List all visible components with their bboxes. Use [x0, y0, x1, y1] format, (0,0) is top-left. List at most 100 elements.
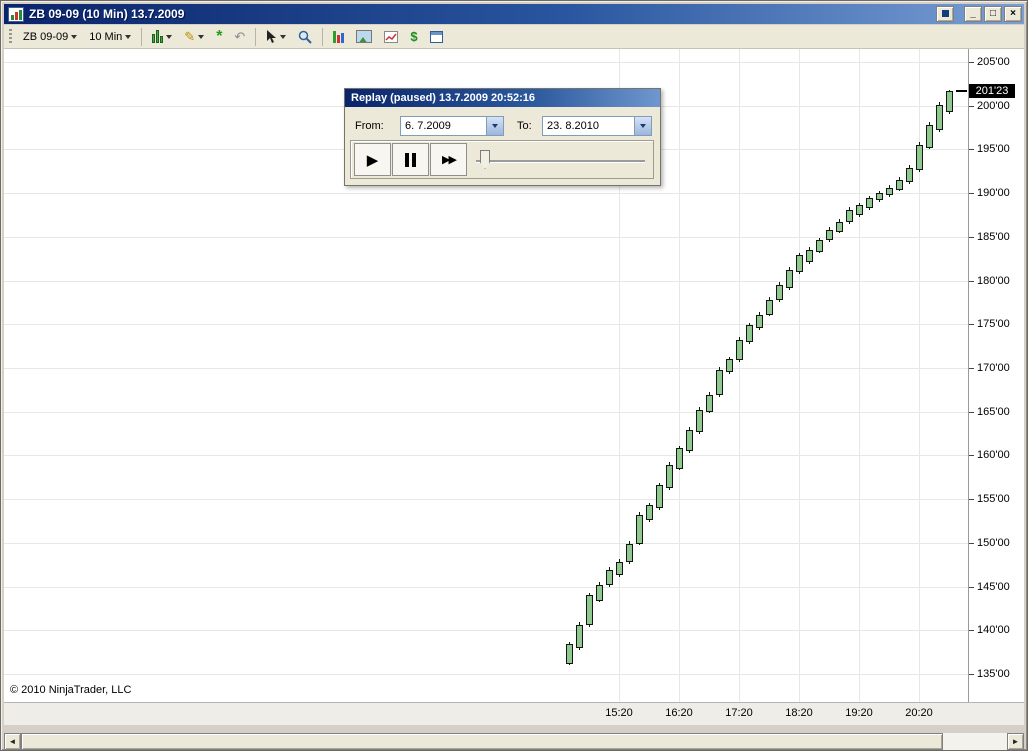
to-date-combobox[interactable]: 23. 8.2010 [542, 116, 652, 136]
undo-drawing-button[interactable]: ↶ [229, 27, 250, 47]
candle [895, 180, 903, 190]
account-performance-button[interactable]: $ [405, 27, 422, 47]
price-gridline [4, 193, 968, 194]
cursor-icon [267, 29, 277, 43]
instrument-label: ZB 09-09 [23, 30, 69, 43]
replay-speed-slider-thumb[interactable] [480, 150, 490, 169]
time-gridline [679, 49, 680, 702]
candle [845, 209, 853, 222]
scroll-right-button[interactable]: ► [1007, 733, 1024, 750]
price-tick-label: 185'00 [977, 231, 1010, 243]
candle [855, 205, 863, 215]
candle [875, 193, 883, 201]
price-gridline [4, 455, 968, 456]
toolbar-separator [255, 27, 257, 46]
chart-properties-button[interactable] [379, 27, 403, 47]
replay-dialog-titlebar[interactable]: Replay (paused) 13.7.2009 20:52:16 [345, 89, 660, 107]
fast-forward-button[interactable]: ▶▶ [430, 143, 467, 176]
to-date-value: 23. 8.2010 [547, 120, 599, 132]
price-tick-label: 175'00 [977, 318, 1010, 330]
price-tick-mark [969, 193, 974, 194]
data-series-button[interactable] [328, 27, 349, 47]
time-tick-label: 17:20 [725, 707, 753, 719]
price-gridline [4, 281, 968, 282]
chart-style-button[interactable] [147, 27, 177, 47]
interval-selector[interactable]: 10 Min [84, 27, 136, 47]
price-tick-mark [969, 499, 974, 500]
chevron-down-icon [166, 34, 173, 39]
candle [725, 359, 733, 373]
horizontal-scrollbar[interactable]: ◄ ► [4, 733, 1024, 750]
snapshot-button[interactable] [351, 27, 377, 47]
scrollbar-thumb[interactable] [21, 733, 943, 750]
interval-label: 10 Min [89, 30, 123, 43]
pause-button[interactable] [392, 143, 429, 176]
chevron-down-icon [125, 34, 132, 39]
chevron-down-icon [492, 124, 498, 128]
panel-icon [429, 30, 443, 43]
window-title: ZB 09-09 (10 Min) 13.7.2009 [29, 7, 185, 21]
price-gridline [4, 412, 968, 413]
chevron-down-icon [280, 34, 287, 39]
candle [585, 595, 593, 626]
candle [865, 198, 873, 208]
time-gridline [799, 49, 800, 702]
candle [715, 369, 723, 396]
cursor-mode-button[interactable] [261, 27, 291, 47]
instrument-link-button[interactable] [936, 6, 954, 22]
time-tick-label: 15:20 [605, 707, 633, 719]
chart-trader-button[interactable] [425, 27, 448, 47]
price-tick-mark [969, 543, 974, 544]
instrument-selector[interactable]: ZB 09-09 [18, 27, 82, 47]
maximize-button[interactable]: □ [984, 6, 1002, 22]
price-axis[interactable]: 201'23 205'00 200'00 195'00 190'00 185'00 180… [968, 49, 1024, 702]
time-gridline [859, 49, 860, 702]
toolbar: ZB 09-09 10 Min ✎ * ↶ $ [4, 25, 1024, 49]
candle [815, 240, 823, 252]
candle [765, 299, 773, 315]
candle [915, 145, 923, 171]
price-tick-mark [969, 237, 974, 238]
toolbar-grip[interactable] [9, 28, 12, 45]
price-tick-mark [969, 412, 974, 413]
candle [695, 409, 703, 432]
candle [785, 270, 793, 289]
time-axis[interactable]: 15:20 16:20 17:20 18:20 19:20 20:20 [4, 702, 1024, 725]
price-tick-mark [969, 324, 974, 325]
price-gridline [4, 324, 968, 325]
zoom-button[interactable] [293, 27, 317, 47]
to-label: To: [517, 120, 532, 132]
price-tick-label: 205'00 [977, 56, 1010, 68]
price-gridline [4, 630, 968, 631]
add-indicator-button[interactable]: * [211, 27, 227, 47]
pencil-icon: ✎ [184, 29, 196, 44]
from-date-combobox[interactable]: 6. 7.2009 [400, 116, 504, 136]
close-button[interactable]: × [1004, 6, 1022, 22]
minimize-button[interactable]: _ [964, 6, 982, 22]
drawing-tools-button[interactable]: ✎ [179, 27, 209, 47]
candle [605, 569, 613, 585]
replay-controls-panel: ▶ ▶▶ [350, 140, 654, 179]
price-tick-mark [969, 106, 974, 107]
price-tick-label: 195'00 [977, 143, 1010, 155]
from-dropdown-button[interactable] [486, 117, 503, 135]
play-button[interactable]: ▶ [354, 143, 391, 176]
price-tick-mark [969, 149, 974, 150]
candle [745, 325, 753, 342]
candle [565, 644, 573, 664]
price-tick-mark [969, 630, 974, 631]
price-gridline [4, 237, 968, 238]
price-gridline [4, 587, 968, 588]
to-dropdown-button[interactable] [634, 117, 651, 135]
price-tick-label: 150'00 [977, 537, 1010, 549]
toolbar-separator [141, 27, 143, 46]
candle [735, 340, 743, 361]
undo-arrow-icon: ↶ [234, 29, 246, 44]
title-bar[interactable]: ZB 09-09 (10 Min) 13.7.2009 _ □ × [4, 4, 1024, 24]
candle [595, 584, 603, 601]
scroll-left-button[interactable]: ◄ [4, 733, 21, 750]
dollar-icon: $ [410, 29, 418, 44]
candle [775, 284, 783, 300]
replay-speed-slider-track[interactable] [476, 160, 645, 162]
candle [935, 104, 943, 131]
